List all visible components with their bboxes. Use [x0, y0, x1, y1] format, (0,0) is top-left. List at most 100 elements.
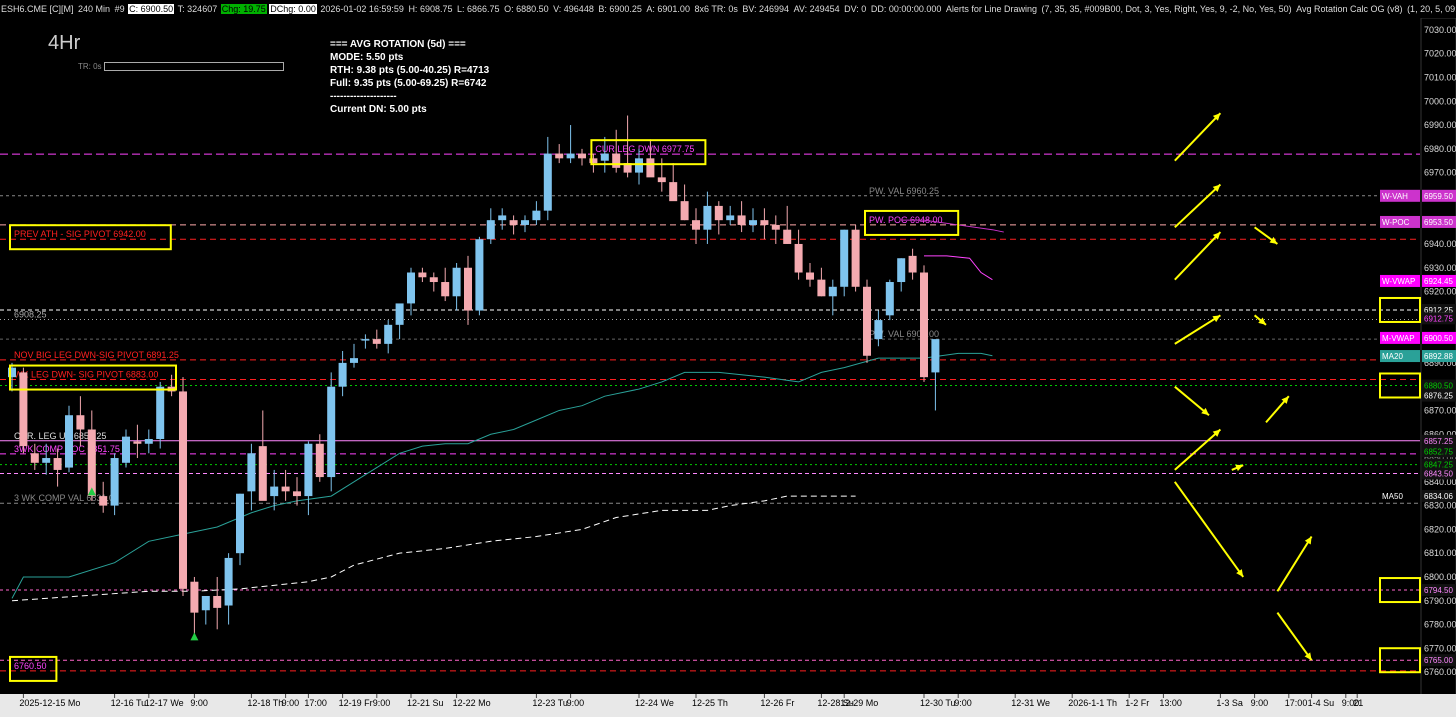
interval-label[interactable]: 240 Min	[77, 4, 111, 14]
candle-body[interactable]	[87, 429, 96, 497]
candle-body[interactable]	[281, 486, 290, 492]
candle-body[interactable]	[498, 215, 507, 221]
candle-body[interactable]	[692, 220, 700, 230]
low-value: L: 6866.75	[457, 4, 500, 14]
candle-body[interactable]	[464, 267, 472, 311]
candle-body[interactable]	[327, 386, 336, 478]
ask-value: A: 6901.00	[646, 4, 690, 14]
candle-body[interactable]	[110, 458, 119, 506]
candle-body[interactable]	[794, 243, 803, 273]
candle-body[interactable]	[521, 220, 529, 225]
candle-body[interactable]	[543, 153, 552, 211]
candle-body[interactable]	[418, 272, 427, 278]
candle-body[interactable]	[749, 220, 757, 225]
candle-body[interactable]	[429, 277, 438, 283]
candle-body[interactable]	[612, 153, 621, 168]
candle-body[interactable]	[714, 205, 723, 221]
candle-body[interactable]	[646, 158, 655, 178]
candle-body[interactable]	[669, 182, 678, 202]
indicator-tag-label: W-VAH	[1382, 192, 1408, 201]
study2-name[interactable]: Avg Rotation Calc OG (v8)	[1295, 4, 1403, 14]
candle-body[interactable]	[578, 153, 586, 159]
time-axis-label: 9:00	[1251, 698, 1269, 708]
candle-body[interactable]	[213, 595, 222, 608]
candle-body[interactable]	[885, 282, 894, 316]
candle-body[interactable]	[236, 493, 244, 554]
time-axis-label: 9:00	[373, 698, 391, 708]
candle-body[interactable]	[361, 339, 370, 341]
candle-body[interactable]	[566, 153, 575, 159]
total-value: T: 324607	[177, 4, 218, 14]
candle-body[interactable]	[760, 220, 769, 225]
candle-body[interactable]	[156, 386, 165, 440]
study-params[interactable]: (7, 35, 35, #009B00, Dot, 3, Yes, Right,…	[1040, 4, 1292, 14]
candle-body[interactable]	[441, 282, 450, 297]
price-tag-value: 6924.45	[1424, 277, 1453, 286]
study2-params[interactable]: (1, 20, 5, 09:30:00, 16:00:00, 35	[1406, 4, 1456, 14]
candle-body[interactable]	[247, 453, 256, 492]
candle-body[interactable]	[133, 441, 142, 444]
candle-body[interactable]	[737, 215, 746, 225]
candle-body[interactable]	[395, 303, 404, 325]
candle-body[interactable]	[532, 210, 541, 221]
candle-body[interactable]	[783, 229, 792, 244]
candle-body[interactable]	[42, 458, 51, 463]
candle-body[interactable]	[76, 415, 85, 430]
candle-body[interactable]	[179, 391, 187, 589]
candle-body[interactable]	[30, 453, 39, 463]
candle-body[interactable]	[908, 255, 917, 273]
price-axis-tick: 6870.00	[1424, 405, 1456, 415]
candle-body[interactable]	[315, 443, 324, 478]
alerts-label[interactable]: Alerts for Line Drawing	[945, 4, 1038, 14]
candle-body[interactable]	[555, 153, 564, 159]
candle-body[interactable]	[338, 362, 347, 387]
price-tag-value: 6953.50	[1424, 218, 1453, 227]
candle-body[interactable]	[680, 201, 689, 221]
candle-body[interactable]	[144, 439, 153, 444]
candle-body[interactable]	[224, 557, 233, 606]
candle-body[interactable]	[509, 220, 518, 225]
candle-body[interactable]	[270, 486, 279, 497]
candle-body[interactable]	[53, 458, 62, 470]
candle-body[interactable]	[840, 229, 849, 287]
candle-body[interactable]	[350, 358, 358, 363]
candle-body[interactable]	[384, 324, 393, 344]
candle-body[interactable]	[201, 595, 210, 611]
chart-background	[0, 18, 1456, 717]
candle-body[interactable]	[897, 258, 906, 283]
candle-body[interactable]	[828, 286, 837, 297]
candle-body[interactable]	[122, 436, 130, 463]
candle-body[interactable]	[258, 446, 267, 501]
price-tag-value: 6794.50	[1424, 586, 1453, 595]
candle-body[interactable]	[600, 153, 609, 161]
candle-body[interactable]	[190, 581, 199, 613]
candle-body[interactable]	[771, 224, 780, 230]
candle-body[interactable]	[372, 339, 381, 344]
avg-rotation-rth: RTH: 9.38 pts (5.00-40.25) R=4713	[330, 65, 490, 76]
symbol-label[interactable]: ESH6.CME [C][M]	[0, 4, 75, 14]
candle-body[interactable]	[726, 215, 735, 221]
price-axis-tick: 6990.00	[1424, 120, 1456, 130]
candle-body[interactable]	[851, 229, 860, 287]
indicator-tag-label: MA20	[1382, 352, 1403, 361]
candle-body[interactable]	[407, 272, 415, 304]
candle-body[interactable]	[475, 239, 484, 311]
candle-body[interactable]	[931, 339, 940, 373]
candle-body[interactable]	[452, 267, 461, 297]
candle-body[interactable]	[304, 443, 313, 497]
price-chart[interactable]: 7030.00 7020.00 7010.00 7000.00 6990.00 6980.…	[0, 18, 1456, 717]
candle-body[interactable]	[486, 220, 495, 240]
candle-body[interactable]	[806, 272, 814, 280]
candle-body[interactable]	[293, 491, 301, 497]
candle-body[interactable]	[657, 177, 666, 183]
candle-body[interactable]	[874, 320, 883, 340]
candle-body[interactable]	[863, 286, 871, 356]
candle-body[interactable]	[19, 372, 28, 447]
candle-body[interactable]	[703, 205, 712, 230]
indicator-tag-label: W-VWAP	[1382, 277, 1415, 286]
candle-body[interactable]	[920, 272, 928, 378]
candle-body[interactable]	[817, 279, 826, 297]
candle-body[interactable]	[635, 158, 643, 173]
candle-body[interactable]	[65, 415, 73, 468]
candle-body[interactable]	[99, 496, 108, 506]
